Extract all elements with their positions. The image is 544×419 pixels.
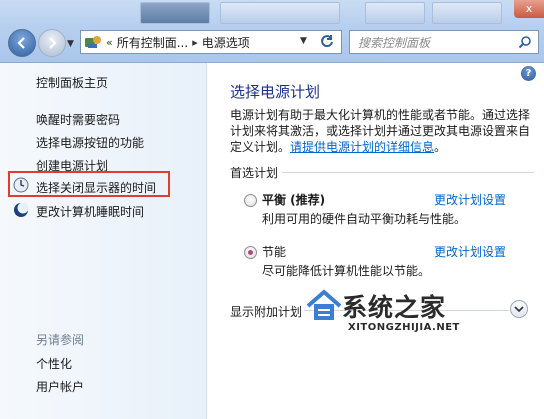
taskbar-thumbnails: [140, 0, 540, 26]
plan-details-link[interactable]: 请提供电源计划的详细信息: [290, 140, 434, 154]
control-panel-icon: [85, 36, 101, 48]
refresh-icon[interactable]: [320, 34, 334, 48]
sidebar-item-personalization[interactable]: 个性化: [36, 355, 72, 372]
breadcrumb-item[interactable]: 电源选项: [202, 34, 250, 51]
divider: [282, 172, 534, 173]
house-logo-icon: [306, 289, 342, 320]
moon-icon: [14, 202, 29, 217]
window-chrome: x ▼ « 所有控制面... ▸ 电源选项 ▼ 搜索控制面板: [0, 0, 544, 63]
sidebar-item-sleep-time[interactable]: 更改计算机睡眠时间: [36, 203, 144, 220]
thumbnail[interactable]: [220, 2, 340, 24]
back-button[interactable]: [8, 29, 36, 57]
back-arrow-icon: [17, 37, 25, 49]
see-also-header: 另请参阅: [36, 333, 85, 347]
intro-text: 电源计划有助于最大化计算机的性能或者节能。通过选择计划来将其激活，或选择计划并通…: [230, 107, 530, 155]
forward-button[interactable]: [38, 29, 66, 57]
thumbnail[interactable]: [365, 2, 425, 24]
forward-arrow-icon: [49, 37, 57, 49]
sidebar-item-user-accounts[interactable]: 用户帐户: [36, 378, 84, 395]
watermark-subtitle: XITONGZHIJIA.NET: [348, 322, 460, 333]
change-plan-settings-link[interactable]: 更改计划设置: [434, 243, 506, 260]
breadcrumb-item[interactable]: 所有控制面...: [117, 34, 188, 51]
sidebar-item-power-button[interactable]: 选择电源按钮的功能: [36, 134, 144, 151]
plan-name-power-saver[interactable]: 节能: [262, 243, 286, 260]
search-input[interactable]: 搜索控制面板: [349, 30, 539, 54]
breadcrumb-overflow[interactable]: «: [106, 36, 113, 49]
chevron-down-icon: [514, 306, 524, 313]
help-button[interactable]: ?: [521, 66, 536, 81]
search-icon[interactable]: [518, 35, 532, 49]
plan-desc-power-saver: 尽可能降低计算机性能以节能。: [262, 264, 431, 278]
sidebar-item-wake-password[interactable]: 唤醒时需要密码: [36, 111, 120, 128]
show-additional-plans-label: 显示附加计划: [230, 305, 303, 319]
plan-radio-power-saver[interactable]: [244, 246, 257, 259]
address-dropdown-icon[interactable]: ▼: [300, 36, 307, 46]
page-title: 选择电源计划: [230, 83, 321, 101]
sidebar: 控制面板主页 唤醒时需要密码 选择电源按钮的功能 创建电源计划 选择关闭显示器的…: [0, 63, 207, 419]
sidebar-item-control-panel-home[interactable]: 控制面板主页: [36, 74, 108, 91]
thumbnail[interactable]: [140, 2, 210, 24]
highlight-annotation: [8, 171, 170, 197]
intro-end: 。: [434, 140, 447, 154]
thumbnail[interactable]: [432, 2, 502, 24]
plan-radio-balanced[interactable]: [244, 194, 257, 207]
preferred-plans-header: 首选计划: [230, 166, 279, 180]
close-button[interactable]: x: [514, 0, 544, 18]
main-content: ? 选择电源计划 电源计划有助于最大化计算机的性能或者节能。通过选择计划来将其激…: [208, 63, 544, 419]
watermark-title: 系统之家: [342, 293, 447, 322]
change-plan-settings-link[interactable]: 更改计划设置: [434, 191, 506, 208]
plan-desc-balanced: 利用可用的硬件自动平衡功耗与性能。: [262, 212, 467, 226]
plan-name-balanced[interactable]: 平衡 (推荐): [262, 191, 325, 208]
search-placeholder: 搜索控制面板: [358, 35, 431, 50]
expand-button[interactable]: [510, 300, 528, 318]
breadcrumb-separator[interactable]: ▸: [192, 36, 198, 49]
watermark: 系统之家 XITONGZHIJIA.NET: [304, 286, 484, 342]
navigation-bar: ▼ « 所有控制面... ▸ 电源选项 ▼ 搜索控制面板: [0, 26, 544, 60]
history-dropdown-icon[interactable]: ▼: [67, 39, 74, 49]
